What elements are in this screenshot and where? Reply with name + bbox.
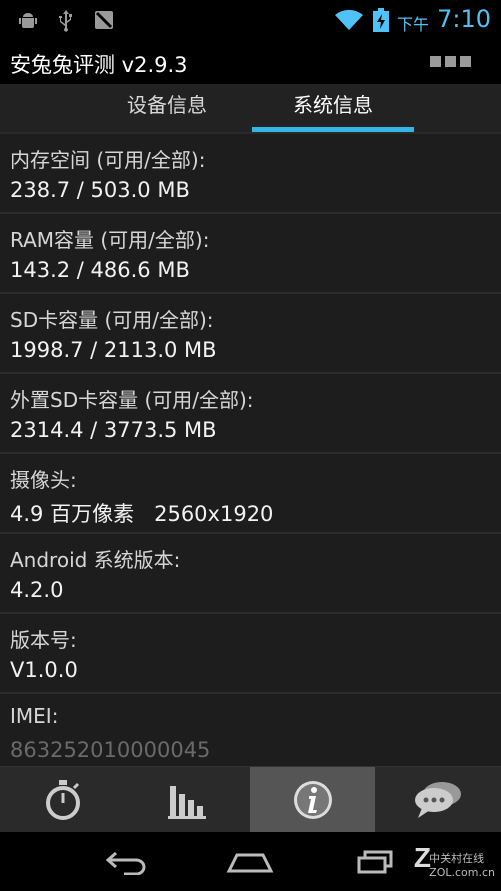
app-title: 安兔兔评测 v2.9.3 bbox=[10, 53, 188, 77]
bar-chart-icon bbox=[167, 786, 206, 819]
status-ampm: 下午 bbox=[396, 15, 429, 34]
info-row-imei: IMEI: 863252010000045 bbox=[0, 694, 501, 766]
status-time: 7:10 bbox=[437, 5, 491, 33]
info-row-internal-storage: 内存空间 (可用/全部): 238.7 / 503.0 MB bbox=[0, 134, 501, 214]
no-sim-icon bbox=[95, 11, 113, 29]
info-label: 摄像头: bbox=[10, 468, 77, 492]
info-label: RAM容量 (可用/全部): bbox=[10, 228, 210, 252]
info-icon bbox=[293, 781, 332, 819]
info-row-ram: RAM容量 (可用/全部): 143.2 / 486.6 MB bbox=[0, 214, 501, 294]
info-label: 内存空间 (可用/全部): bbox=[10, 148, 206, 172]
recent-apps-icon bbox=[357, 850, 393, 874]
tab-selected-indicator bbox=[252, 127, 414, 132]
watermark: 中关村在线 ZOL.com.cn bbox=[429, 850, 495, 879]
info-row-android-version: Android 系统版本: 4.2.0 bbox=[0, 534, 501, 614]
usb-icon bbox=[59, 10, 72, 32]
android-debug-icon bbox=[19, 13, 37, 28]
battery-charging-icon bbox=[373, 8, 389, 32]
system-nav-bar: Z 中关村在线 ZOL.com.cn bbox=[0, 832, 501, 891]
tab-system-info[interactable]: 系统信息 bbox=[252, 84, 414, 132]
tab-bar: 设备信息 系统信息 bbox=[0, 84, 501, 134]
info-value: 238.7 / 503.0 MB bbox=[10, 178, 190, 202]
watermark-bottom: ZOL.com.cn bbox=[429, 866, 495, 879]
info-label: SD卡容量 (可用/全部): bbox=[10, 308, 214, 332]
info-value: 1998.7 / 2113.0 MB bbox=[10, 338, 217, 362]
toolbar-info-button[interactable] bbox=[250, 767, 375, 833]
system-info-list[interactable]: 内存空间 (可用/全部): 238.7 / 503.0 MB RAM容量 (可用… bbox=[0, 134, 501, 766]
info-value: 4.9 百万像素 2560x1920 bbox=[10, 502, 274, 526]
info-label: IMEI: bbox=[10, 704, 59, 728]
info-label: 外置SD卡容量 (可用/全部): bbox=[10, 388, 254, 412]
overflow-dot bbox=[430, 56, 441, 67]
status-bar: 下午 7:10 bbox=[0, 0, 501, 40]
toolbar-test-button[interactable] bbox=[0, 767, 125, 833]
watermark-top: 中关村在线 bbox=[429, 852, 485, 865]
recents-button[interactable] bbox=[345, 842, 405, 882]
wifi-icon bbox=[335, 9, 363, 30]
info-value: V1.0.0 bbox=[10, 658, 78, 682]
info-label: Android 系统版本: bbox=[10, 548, 181, 572]
toolbar-feedback-button[interactable] bbox=[375, 767, 500, 833]
info-label: 版本号: bbox=[10, 628, 77, 652]
info-value: 863252010000045 bbox=[10, 738, 211, 762]
info-value: 143.2 / 486.6 MB bbox=[10, 258, 190, 282]
overflow-dot bbox=[460, 56, 471, 67]
back-button[interactable] bbox=[96, 842, 156, 882]
info-value: 4.2.0 bbox=[10, 578, 64, 602]
bottom-toolbar bbox=[0, 766, 501, 833]
info-row-build-number: 版本号: V1.0.0 bbox=[0, 614, 501, 694]
info-row-camera: 摄像头: 4.9 百万像素 2560x1920 bbox=[0, 454, 501, 534]
overflow-dot bbox=[445, 56, 456, 67]
home-button[interactable] bbox=[220, 842, 280, 882]
home-icon bbox=[226, 853, 274, 873]
chat-bubble-icon bbox=[414, 782, 461, 818]
stopwatch-icon bbox=[45, 780, 80, 820]
app-title-bar: 安兔兔评测 v2.9.3 bbox=[0, 40, 501, 84]
toolbar-ranking-button[interactable] bbox=[125, 767, 250, 833]
info-row-external-sd: 外置SD卡容量 (可用/全部): 2314.4 / 3773.5 MB bbox=[0, 374, 501, 454]
back-arrow-icon bbox=[105, 851, 146, 875]
tab-device-info[interactable]: 设备信息 bbox=[84, 84, 250, 132]
info-value: 2314.4 / 3773.5 MB bbox=[10, 418, 217, 442]
info-row-sd-card: SD卡容量 (可用/全部): 1998.7 / 2113.0 MB bbox=[0, 294, 501, 374]
overflow-menu-icon[interactable] bbox=[430, 56, 471, 67]
